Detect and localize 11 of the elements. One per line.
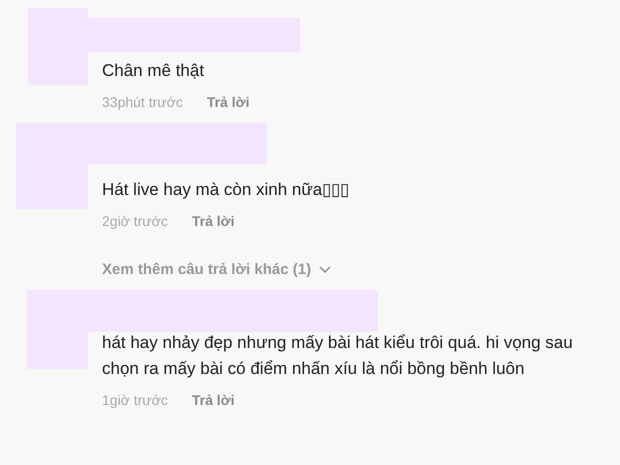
comment-time: 2giờ trước [102,212,168,231]
comment-time: 33phút trước [102,93,183,112]
reply-link[interactable]: Trả lời [206,92,250,113]
view-more-replies-button[interactable]: Xem thêm câu trả lời khác (1) [102,259,332,282]
comment-time: 1giờ trước [102,391,168,410]
comment-text: Chân mê thật [102,60,204,82]
chevron-down-icon [319,266,332,274]
comment-text: Hát live hay mà còn xinh nữa▯▯▯ [102,179,350,201]
reply-link[interactable]: Trả lời [192,211,234,232]
reply-link[interactable]: Trả lời [192,390,234,411]
comment-text: hát hay nhảy đẹp nhưng mấy bài hát kiểu trôi quá. hi vọng sau chọn ra mấy bài có điểm nhấn xíu là nổi bồng bềnh luôn [102,332,574,380]
